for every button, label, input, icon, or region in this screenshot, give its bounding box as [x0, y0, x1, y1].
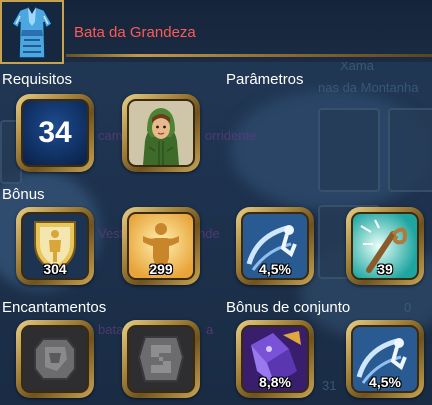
- blue-robe-icon[interactable]: [0, 0, 64, 64]
- required-level: 34: [38, 116, 72, 149]
- level-icon: 34: [23, 101, 87, 165]
- empty-rune-slot-icon: [127, 325, 195, 393]
- requirements-label: Requisitos: [2, 71, 73, 88]
- bonus-slot-strength[interactable]: 299: [122, 207, 200, 285]
- shield-defense-icon: 304: [21, 212, 89, 280]
- bg-location-text: nas da Montanha: [318, 80, 419, 95]
- bg-faded-text: orridente: [205, 128, 257, 143]
- enchantment-slot-1[interactable]: [16, 320, 94, 398]
- bg-faded-text: cam: [98, 128, 123, 143]
- item-name: Bata da Grandeza: [74, 24, 196, 41]
- set-bonus-value-1: 8,8%: [259, 374, 291, 390]
- magic-value: 39: [377, 261, 393, 277]
- requirement-slot-class[interactable]: [122, 94, 200, 172]
- magic-swirl-icon: 39: [351, 212, 419, 280]
- strength-value: 299: [149, 261, 173, 277]
- parameters-label: Parâmetros: [226, 71, 304, 88]
- bg-faded-text: bata: [98, 322, 124, 337]
- enchantments-label: Encantamentos: [2, 299, 107, 316]
- hooded-character-icon: [127, 99, 195, 167]
- bonus-label: Bônus: [2, 186, 45, 203]
- set-bonus-value-2: 4,5%: [369, 374, 401, 390]
- dodge-value: 4,5%: [259, 261, 291, 277]
- empty-rune-slot-icon: [21, 325, 89, 393]
- bg-faded-number: 0: [404, 300, 412, 315]
- dodge-swirl-icon: 4,5%: [241, 212, 309, 280]
- bonus-slot-dodge[interactable]: 4,5%: [236, 207, 314, 285]
- bg-faded-text: nde: [198, 226, 220, 241]
- defense-value: 304: [43, 261, 67, 277]
- enchantment-slot-2[interactable]: [122, 320, 200, 398]
- set-bonus-slot-2[interactable]: 4,5%: [346, 320, 424, 398]
- set-bonus-label: Bônus de conjunto: [226, 299, 351, 316]
- bg-faded-text: Vest: [98, 226, 124, 241]
- bonus-slot-magic[interactable]: 39: [346, 207, 424, 285]
- bonus-slot-defense[interactable]: 304: [16, 207, 94, 285]
- bg-faded-number: 31: [322, 378, 337, 393]
- item-header: Bata da Grandeza: [0, 0, 432, 64]
- requirement-slot-level[interactable]: 34: [16, 94, 94, 172]
- strength-figure-icon: 299: [127, 212, 195, 280]
- header-divider: [66, 54, 432, 57]
- dodge-swirl-icon: 4,5%: [351, 325, 419, 393]
- bg-faded-text: a: [206, 322, 214, 337]
- purple-crystal-icon: 8,8%: [241, 325, 309, 393]
- set-bonus-slot-1[interactable]: 8,8%: [236, 320, 314, 398]
